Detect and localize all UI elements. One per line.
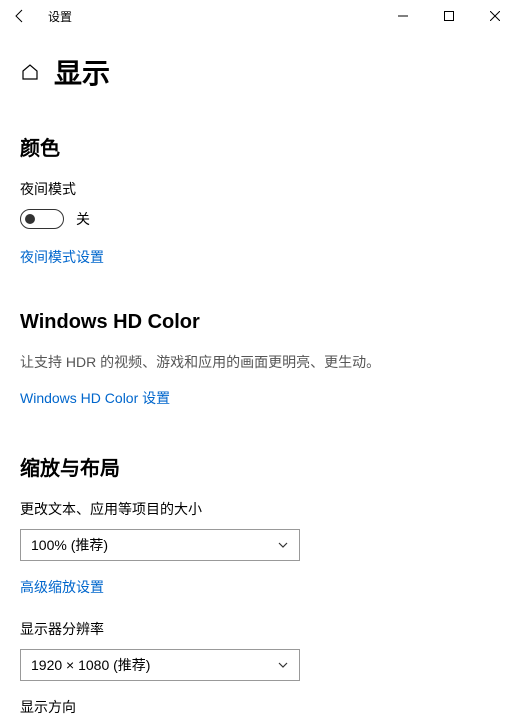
chevron-down-icon	[277, 539, 289, 551]
maximize-button[interactable]	[426, 0, 472, 32]
page-header: 显示	[0, 32, 518, 102]
night-mode-label: 夜间模式	[20, 179, 498, 199]
advanced-scaling-link[interactable]: 高级缩放设置	[20, 577, 104, 597]
resolution-select[interactable]: 1920 × 1080 (推荐)	[20, 649, 300, 681]
titlebar: 设置	[0, 0, 518, 32]
night-mode-settings-link[interactable]: 夜间模式设置	[20, 247, 104, 267]
resolution-label: 显示器分辨率	[20, 619, 498, 639]
hdr-settings-link[interactable]: Windows HD Color 设置	[20, 388, 170, 408]
minimize-icon	[398, 11, 408, 21]
content: 颜色 夜间模式 关 夜间模式设置 Windows HD Color 让支持 HD…	[0, 132, 518, 717]
back-button[interactable]	[0, 0, 40, 32]
orientation-label: 显示方向	[20, 697, 498, 717]
home-icon[interactable]	[20, 62, 40, 82]
resolution-value: 1920 × 1080 (推荐)	[31, 655, 150, 675]
night-mode-toggle-row: 关	[20, 209, 498, 229]
section-heading-scale: 缩放与布局	[20, 452, 498, 481]
page-title: 显示	[54, 52, 110, 92]
section-heading-hdr: Windows HD Color	[20, 311, 498, 334]
text-size-label: 更改文本、应用等项目的大小	[20, 499, 498, 519]
hdr-description: 让支持 HDR 的视频、游戏和应用的画面更明亮、更生动。	[20, 352, 498, 372]
minimize-button[interactable]	[380, 0, 426, 32]
app-name: 设置	[48, 8, 380, 25]
chevron-down-icon	[277, 659, 289, 671]
night-mode-toggle[interactable]	[20, 209, 64, 229]
toggle-knob	[25, 214, 35, 224]
close-button[interactable]	[472, 0, 518, 32]
arrow-left-icon	[12, 8, 28, 24]
window-controls	[380, 0, 518, 32]
section-heading-color: 颜色	[20, 132, 498, 161]
close-icon	[490, 11, 500, 21]
text-size-value: 100% (推荐)	[31, 535, 108, 555]
maximize-icon	[444, 11, 454, 21]
night-mode-state: 关	[76, 209, 90, 229]
text-size-select[interactable]: 100% (推荐)	[20, 529, 300, 561]
